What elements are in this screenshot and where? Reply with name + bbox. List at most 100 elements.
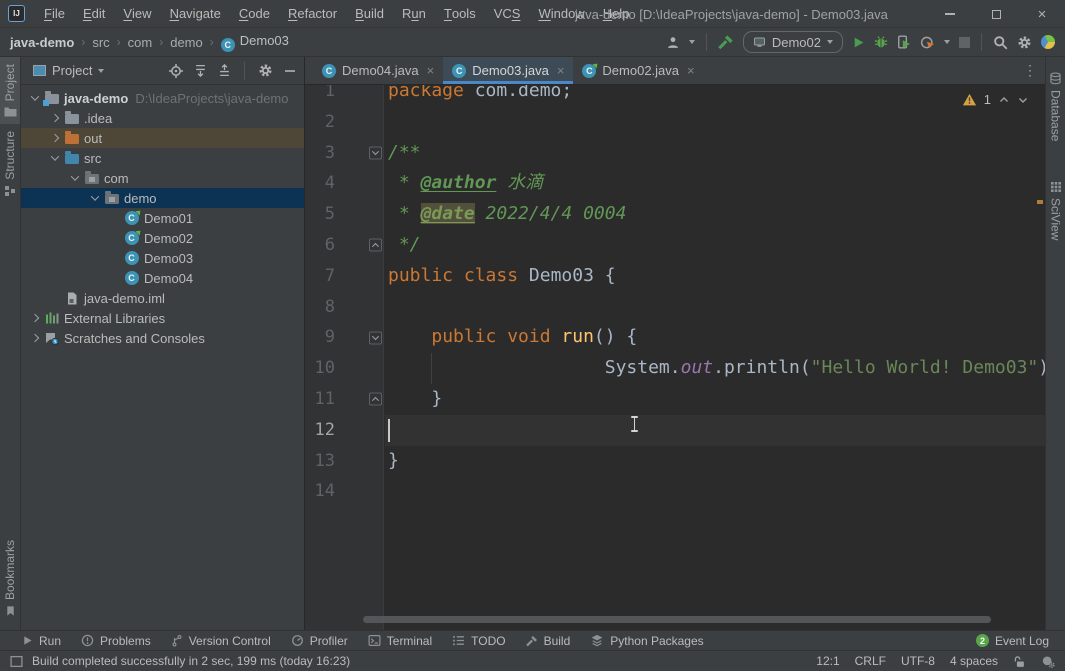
code-line-3[interactable]: 3/** bbox=[305, 138, 1045, 169]
tree-row-com[interactable]: com bbox=[21, 168, 304, 188]
tab-close-icon[interactable]: × bbox=[685, 63, 695, 78]
run-configuration-select[interactable]: Demo02 bbox=[743, 31, 843, 53]
tool-window-layout-icon[interactable] bbox=[10, 655, 23, 668]
run-with-coverage-button[interactable] bbox=[897, 35, 911, 49]
menu-tools[interactable]: Tools bbox=[435, 0, 485, 28]
panel-options-gear-icon[interactable] bbox=[258, 63, 273, 78]
close-button[interactable]: × bbox=[1019, 0, 1065, 28]
profiler-dropdown-icon[interactable] bbox=[944, 40, 950, 44]
tool-window-button-version-control[interactable]: Version Control bbox=[161, 631, 281, 650]
tree-expander-icon[interactable] bbox=[47, 115, 63, 121]
code-line-1[interactable]: 1package com.demo; bbox=[305, 85, 1045, 107]
code-line-10[interactable]: 10 System.out.println("Hello World! Demo… bbox=[305, 353, 1045, 384]
tool-window-button-python-packages[interactable]: Python Packages bbox=[580, 631, 713, 650]
minimize-button[interactable] bbox=[927, 0, 973, 28]
tree-row-demo03[interactable]: CDemo03 bbox=[21, 248, 304, 268]
fold-marker-icon[interactable] bbox=[369, 393, 382, 406]
code-line-5[interactable]: 5 * @date 2022/4/4 0004 bbox=[305, 199, 1045, 230]
settings-gear-icon[interactable] bbox=[1017, 35, 1032, 50]
tree-expander-icon[interactable] bbox=[87, 195, 103, 201]
horizontal-scrollbar[interactable] bbox=[363, 616, 991, 623]
breadcrumb-item[interactable]: CDemo03 bbox=[221, 33, 289, 52]
code-line-11[interactable]: 11 } bbox=[305, 384, 1045, 415]
code-line-4[interactable]: 4 * @author 水滴 bbox=[305, 168, 1045, 199]
event-log-button[interactable]: 2Event Log bbox=[976, 634, 1053, 648]
breadcrumb-item[interactable]: java-demo bbox=[10, 35, 74, 50]
ide-settings-status-icon[interactable] bbox=[1041, 655, 1055, 668]
menu-file[interactable]: File bbox=[35, 0, 74, 28]
tree-expander-icon[interactable] bbox=[47, 135, 63, 141]
menu-code[interactable]: Code bbox=[230, 0, 279, 28]
code-line-8[interactable]: 8 bbox=[305, 292, 1045, 323]
profiler-button[interactable] bbox=[920, 35, 935, 50]
breadcrumb-item[interactable]: com bbox=[128, 35, 153, 50]
menu-run[interactable]: Run bbox=[393, 0, 435, 28]
build-hammer-icon[interactable] bbox=[718, 34, 734, 50]
tool-window-button-profiler[interactable]: Profiler bbox=[281, 631, 358, 650]
tree-row-demo[interactable]: demo bbox=[21, 188, 304, 208]
fold-marker-icon[interactable] bbox=[369, 239, 382, 252]
menu-refactor[interactable]: Refactor bbox=[279, 0, 346, 28]
maximize-button[interactable] bbox=[973, 0, 1019, 28]
tree-expander-icon[interactable] bbox=[27, 95, 43, 101]
menu-view[interactable]: View bbox=[114, 0, 160, 28]
hide-panel-icon[interactable] bbox=[284, 65, 296, 77]
writable-lock-icon[interactable] bbox=[1013, 655, 1026, 668]
tree-row-scratches-and-consoles[interactable]: Scratches and Consoles bbox=[21, 328, 304, 348]
tool-stripe-bookmarks[interactable]: Bookmarks bbox=[0, 533, 20, 624]
line-separator-widget[interactable]: CRLF bbox=[855, 654, 886, 668]
expand-all-icon[interactable] bbox=[194, 64, 207, 77]
tree-row-external-libraries[interactable]: External Libraries bbox=[21, 308, 304, 328]
code-line-14[interactable]: 14 bbox=[305, 476, 1045, 507]
tree-expander-icon[interactable] bbox=[67, 175, 83, 181]
tab-close-icon[interactable]: × bbox=[425, 63, 435, 78]
previous-warning-icon[interactable] bbox=[998, 94, 1010, 106]
breadcrumb-item[interactable]: src bbox=[92, 35, 109, 50]
plugin-sphere-icon[interactable] bbox=[1041, 35, 1055, 49]
select-opened-file-icon[interactable] bbox=[169, 64, 183, 78]
search-everywhere-icon[interactable] bbox=[993, 35, 1008, 50]
code-line-9[interactable]: 9 public void run() { bbox=[305, 322, 1045, 353]
tree-row-demo01[interactable]: CDemo01 bbox=[21, 208, 304, 228]
tool-window-button-terminal[interactable]: Terminal bbox=[358, 631, 442, 650]
encoding-widget[interactable]: UTF-8 bbox=[901, 654, 935, 668]
collapse-all-icon[interactable] bbox=[218, 64, 231, 77]
indent-widget[interactable]: 4 spaces bbox=[950, 654, 998, 668]
tree-row-demo02[interactable]: CDemo02 bbox=[21, 228, 304, 248]
tree-row-out[interactable]: out bbox=[21, 128, 304, 148]
menu-build[interactable]: Build bbox=[346, 0, 393, 28]
tool-stripe-structure[interactable]: Structure bbox=[0, 124, 20, 204]
code-line-13[interactable]: 13} bbox=[305, 446, 1045, 477]
tree-row-java-demo[interactable]: java-demoD:\IdeaProjects\java-demo bbox=[21, 88, 304, 108]
tool-stripe-sciview[interactable]: SciView bbox=[1046, 174, 1065, 247]
tab-close-icon[interactable]: × bbox=[555, 63, 565, 78]
menu-edit[interactable]: Edit bbox=[74, 0, 114, 28]
tab-demo04-java[interactable]: CDemo04.java× bbox=[313, 57, 443, 84]
tab-demo03-java[interactable]: CDemo03.java× bbox=[443, 57, 573, 84]
code-line-6[interactable]: 6 */ bbox=[305, 230, 1045, 261]
menu-vcs[interactable]: VCS bbox=[485, 0, 530, 28]
tool-window-button-todo[interactable]: TODO bbox=[442, 631, 515, 650]
code-line-7[interactable]: 7public class Demo03 { bbox=[305, 261, 1045, 292]
caret-position-widget[interactable]: 12:1 bbox=[816, 654, 839, 668]
tree-expander-icon[interactable] bbox=[27, 315, 43, 321]
project-view-select[interactable]: Project bbox=[29, 63, 104, 78]
code-editor[interactable]: 1package com.demo;23/**4 * @author 水滴5 *… bbox=[305, 85, 1045, 630]
debug-button[interactable] bbox=[874, 35, 888, 49]
tab-demo02-java[interactable]: CDemo02.java× bbox=[573, 57, 703, 84]
error-stripe-warning-mark[interactable] bbox=[1037, 200, 1043, 204]
tool-stripe-project[interactable]: Project bbox=[0, 57, 20, 124]
run-button[interactable] bbox=[852, 36, 865, 49]
code-line-12[interactable]: 12 bbox=[305, 415, 1045, 446]
tree-row--idea[interactable]: .idea bbox=[21, 108, 304, 128]
tool-window-button-problems[interactable]: Problems bbox=[71, 631, 161, 650]
tool-window-button-build[interactable]: Build bbox=[516, 631, 581, 650]
user-dropdown-icon[interactable] bbox=[689, 40, 695, 44]
tree-row-src[interactable]: src bbox=[21, 148, 304, 168]
user-icon[interactable] bbox=[666, 36, 680, 49]
menu-navigate[interactable]: Navigate bbox=[161, 0, 230, 28]
code-line-2[interactable]: 2 bbox=[305, 107, 1045, 138]
next-warning-icon[interactable] bbox=[1017, 94, 1029, 106]
tree-expander-icon[interactable] bbox=[27, 335, 43, 341]
tab-list-icon[interactable]: ⋮ bbox=[1015, 57, 1045, 84]
